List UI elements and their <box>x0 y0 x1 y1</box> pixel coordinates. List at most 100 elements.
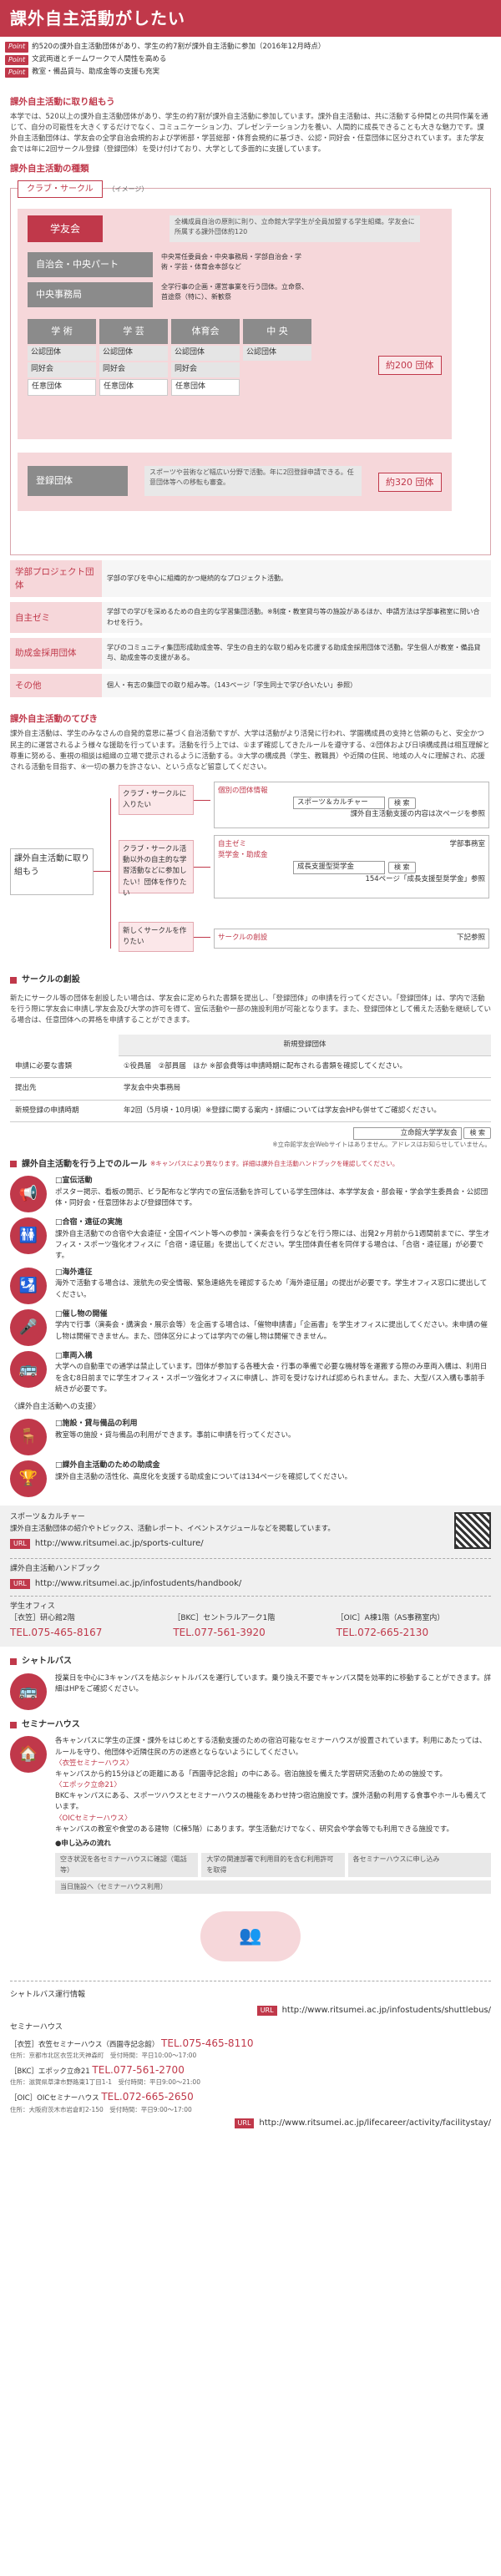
people-icon: 👥 <box>200 1911 301 1962</box>
flow-section: 課外自主活動のてびき 課外自主活動は、学生のみなさんの自発的意思に基づく自治活動… <box>0 702 501 777</box>
org-list: 学部プロジェクト団体 学部の学びを中心に組織的かつ継続的なプロジェクト活動。 自主… <box>0 559 501 698</box>
result-note: 154ページ「成長支援型奨学金」参照 <box>365 874 485 883</box>
support-item: 🪑 □施設・貸与備品の利用 教室等の施設・貸与備品の利用ができます。事前に申請を行っ… <box>10 1418 491 1455</box>
search-button[interactable]: 検 索 <box>388 861 416 874</box>
search-button[interactable]: 検 索 <box>388 797 416 809</box>
apply-title: ●申し込みの流れ <box>55 1839 111 1848</box>
page-header: 課外自主活動がしたい <box>0 0 501 37</box>
point-item: Point 教室・備品貸与、助成金等の支援も充実 <box>5 67 496 78</box>
intro-title: 課外自主活動に取り組もう <box>10 96 115 107</box>
flow-result-2: 自主ゼミ 学部事務室 奨学金・助成金 成長支援型奨学金 検 索 154ページ「成… <box>214 835 489 899</box>
org-row: 自主ゼミ 学部での学びを深めるための自主的な学習集団活動。※制度・教室貸与等の施設… <box>10 602 491 634</box>
column-sub: 公認団体 <box>171 345 240 361</box>
apply-final-step: 当日施設へ（セミナーハウス利用） <box>55 1880 491 1895</box>
facility-icon: 🪑 <box>10 1418 47 1455</box>
column-gakujutsu: 学 術 公認団体 同好会 任意団体 <box>28 318 96 396</box>
office-list: ［衣笠］研心館2階 TEL.075-465-8167 ［BKC］セントラルアーク1… <box>10 1613 491 1641</box>
point-badge: Point <box>5 67 29 78</box>
office-title: 学生オフィス <box>10 1602 55 1611</box>
qr-code-icon <box>454 1511 491 1549</box>
grant-icon: 🏆 <box>10 1460 47 1497</box>
table-head: 新規登録団体 <box>119 1035 491 1057</box>
rule-desc: 課外自主活動での合宿や大会遠征・全国イベント等への参加・演奏会を行うなどを行う際… <box>55 1229 490 1261</box>
bus-icon: 🚌 <box>10 1673 47 1710</box>
column-gakugei: 学 芸 公認団体 同好会 任意団体 <box>99 318 168 396</box>
seminar-addr: 住所：滋賀県草津市野路東1丁目1-1 受付時間：平日9:00〜21:00 <box>10 2078 200 2087</box>
support-item-desc: 教室等の施設・貸与備品の利用ができます。事前に申請を行ってください。 <box>55 1430 296 1440</box>
rule-item: 📢 □宣伝活動 ポスター掲示、看板の開示、ビラ配布など学内での宣伝活動を許可している… <box>10 1176 491 1213</box>
footer-shuttle-url[interactable]: URL http://www.ritsumei.ac.jp/infostudent… <box>10 2004 491 2017</box>
rule-item: 🎤 □催し物の開催 学内で行事（演奏会・講演会・展示会等）を企画する場合は、「催物申… <box>10 1308 491 1346</box>
url-link[interactable]: http://www.ritsumei.ac.jp/infostudents/h… <box>35 1577 241 1591</box>
table-key: 申請に必要な書類 <box>10 1055 119 1079</box>
search-input[interactable]: 成長支援型奨学金 <box>293 861 385 874</box>
chuo-label: 中央事務局 <box>28 281 153 307</box>
club-note: （イメージ） <box>108 185 149 193</box>
search-input[interactable]: スポーツ＆カルチャー <box>293 797 385 810</box>
footer-seminar-url[interactable]: URL http://www.ritsumei.ac.jp/lifecareer/… <box>10 2117 491 2130</box>
touroku-desc: スポーツや芸術など幅広い分野で活動。年に2回登録申請できる。任意団体等への移転も… <box>144 465 362 496</box>
rule-item: 🚌 □車両入構 大学への自動車での通学は禁止しています。団体が参加する各種大会・行事… <box>10 1350 491 1395</box>
ref-title: スポーツ＆カルチャー <box>10 1512 85 1521</box>
types-title: 課外自主活動の種類 <box>10 164 89 175</box>
intro-body: 本学では、520以上の課外自主活動団体があり、学生の約7割が課外自主活動に参加し… <box>10 112 488 154</box>
ref-url[interactable]: URL http://www.ritsumei.ac.jp/infostudent… <box>10 1577 491 1591</box>
table-value: 学友会中央事務局 <box>119 1077 491 1101</box>
table-row: 申請に必要な書類 ①役員届 ②部員届 ほか ※部会費等は申請時期に配布される書類を… <box>10 1055 491 1079</box>
column-head: 中 央 <box>243 318 311 344</box>
office-tel: TEL.075-465-8167 <box>10 1626 103 1638</box>
url-badge: URL <box>256 2005 277 2017</box>
seminar-house-title: 〈エポック立命21〉 <box>55 1781 121 1790</box>
meeting-icon: 🚻 <box>10 1217 47 1255</box>
rule-item: 🚻 □合宿・遠征の実施 課外自主活動での合宿や大会遠征・全国イベント等への参加・演奏… <box>10 1217 491 1262</box>
url-link[interactable]: http://www.ritsumei.ac.jp/sports-culture… <box>35 1537 204 1551</box>
rules-title-text: 課外自主活動を行う上でのルール <box>22 1159 147 1169</box>
rules-title: 課外自主活動を行う上でのルール ※キャンパスにより異なります。詳細は課外自主活動ハ… <box>10 1158 491 1172</box>
org-label: その他 <box>10 673 102 698</box>
seminar-house-title: 〈OICセミナーハウス〉 <box>55 1814 132 1823</box>
result-title: サークルの創設 <box>218 934 268 943</box>
column-chuo: 中 央 公認団体 <box>243 318 311 396</box>
column-sub: 公認団体 <box>243 345 311 361</box>
search-note: ※立命館学友会Webサイトはありません。アドレスはお知らせしていません。 <box>272 1140 491 1148</box>
flow-branch-1: クラブ・サークルに入りたい <box>119 785 194 816</box>
support-item-desc: 課外自主活動の活性化、高度化を支援する助成金については134ページを確認してくだ… <box>55 1472 352 1481</box>
flow-result-1: 個別の団体情報 スポーツ＆カルチャー 検 索 課外自主活動支援の内容は次ページを… <box>214 782 489 829</box>
shuttle-body: 授業日を中心に3キャンパスを結ぶシャトルバスを運行しています。乗り換え不要でキャ… <box>55 1673 491 1694</box>
table-row: 提出先 学友会中央事務局 <box>10 1077 491 1101</box>
search-input[interactable]: 立命館大学学友会 <box>352 1126 462 1140</box>
column-sub: 任意団体 <box>28 378 96 396</box>
ref-url[interactable]: URL http://www.ritsumei.ac.jp/sports-cult… <box>10 1537 454 1551</box>
url-link[interactable]: http://www.ritsumei.ac.jp/infostudents/s… <box>282 2004 491 2017</box>
footer-seminar-item: ［BKC］エポック立命21 TEL.077-561-2700 住所：滋賀県草津市野… <box>10 2062 491 2088</box>
count-b: 約320 団体 <box>378 472 442 492</box>
support-title: 〈課外自主活動への支援〉 <box>10 1402 101 1411</box>
org-row: 助成金採用団体 学びのコミュニティ集団形成助成金等、学生の自主的な取り組みを応援す… <box>10 638 491 669</box>
point-item: Point 約520の課外自主活動団体があり、学生の約7割が課外自主活動に参加（2… <box>5 42 496 53</box>
page-title: 課外自主活動がしたい <box>10 8 185 28</box>
apply-step: 大学の関連部署で利用目的を含む利用許可を取得 <box>201 1853 345 1877</box>
flow-connector <box>194 937 210 939</box>
club-tag-wrap: クラブ・サークル （イメージ） <box>18 180 148 199</box>
chuo-desc: 全学行事の企画・運営事業を行う団体。立命祭、首途祭（特に）、新歓祭 <box>161 282 308 301</box>
table-row: 新規登録の申請時期 年2回（5月頃・10月頃）※登録に関する案内・詳細については学… <box>10 1100 491 1122</box>
footer-seminar-item: ［衣笠］衣笠セミナーハウス（西園寺記念館） TEL.075-465-8110 住所… <box>10 2036 491 2061</box>
club-tag: クラブ・サークル <box>18 180 103 199</box>
point-badge: Point <box>5 54 29 65</box>
url-badge: URL <box>234 2118 255 2129</box>
office-campus: ［BKC］セントラルアーク1階 <box>173 1613 276 1622</box>
column-sub: 任意団体 <box>99 378 168 396</box>
ref-title: 課外自主活動ハンドブック <box>10 1564 101 1573</box>
search-row: 成長支援型奨学金 検 索 <box>293 861 485 874</box>
office-item: ［衣笠］研心館2階 TEL.075-465-8167 <box>10 1613 164 1641</box>
jichikai-label: 自治会・中央パート <box>28 251 153 277</box>
result-side: 下記参照 <box>456 934 485 943</box>
url-link[interactable]: http://www.ritsumei.ac.jp/lifecareer/act… <box>259 2117 491 2130</box>
search-button[interactable]: 検 索 <box>463 1126 491 1140</box>
support-item-title: □課外自主活動のための助成金 <box>55 1460 160 1470</box>
table-key: 新規登録の申請時期 <box>10 1100 119 1122</box>
column-sub: 同好会 <box>171 362 240 377</box>
category-columns: 学 術 公認団体 同好会 任意団体 学 芸 公認団体 同好会 任意団体 体育会 … <box>28 318 311 396</box>
seminar-illustration: 👥 <box>10 1899 491 1974</box>
office-item: ［OIC］A棟1階（AS事務室内） TEL.072-665-2130 <box>337 1613 491 1641</box>
